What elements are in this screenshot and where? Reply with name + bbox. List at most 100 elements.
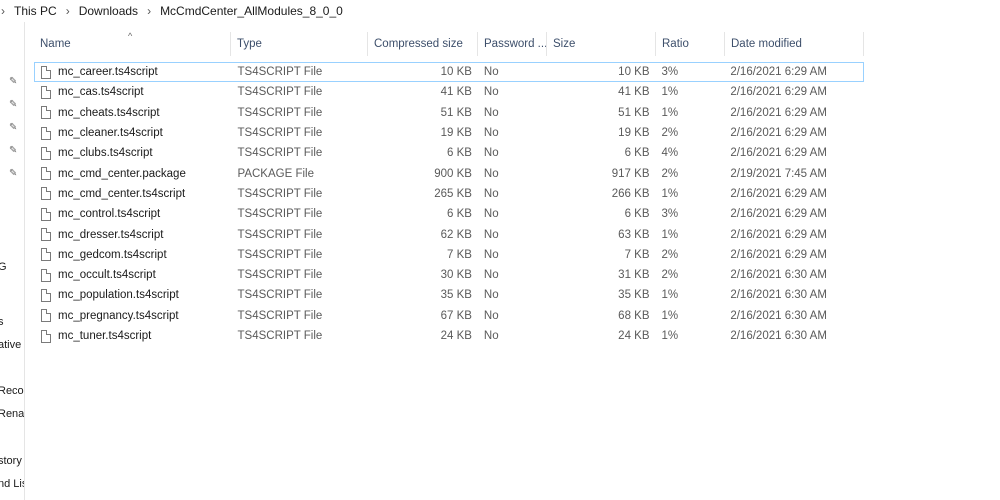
- file-name-cell[interactable]: mc_cmd_center.ts4script: [35, 187, 232, 201]
- file-name-cell[interactable]: mc_control.ts4script: [35, 207, 232, 221]
- file-name-cell[interactable]: mc_dresser.ts4script: [35, 228, 232, 242]
- column-header-type[interactable]: Type: [231, 32, 368, 56]
- pin-icon[interactable]: ✎: [9, 123, 19, 133]
- nav-item-label[interactable]: ative: [0, 339, 21, 351]
- file-compressed-size: 7 KB: [446, 248, 472, 261]
- file-row[interactable]: mc_cheats.ts4script TS4SCRIPT File 51 KB…: [34, 103, 864, 123]
- file-size: 35 KB: [618, 289, 650, 302]
- file-compressed-size: 30 KB: [440, 269, 472, 282]
- breadcrumb-separator-icon[interactable]: ›: [1, 4, 5, 18]
- nav-item-label[interactable]: story: [0, 455, 22, 467]
- column-header-label: Ratio: [662, 38, 689, 50]
- file-row[interactable]: mc_pregnancy.ts4script TS4SCRIPT File 67…: [34, 306, 864, 326]
- file-row[interactable]: mc_control.ts4script TS4SCRIPT File 6 KB…: [34, 204, 864, 224]
- file-date-modified: 2/16/2021 6:29 AM: [730, 208, 827, 221]
- file-row[interactable]: mc_population.ts4script TS4SCRIPT File 3…: [34, 285, 864, 305]
- file-icon: [41, 288, 51, 302]
- breadcrumb-separator-icon[interactable]: ›: [147, 4, 151, 18]
- file-name: mc_cmd_center.ts4script: [58, 187, 186, 200]
- column-header-name[interactable]: Name ^: [34, 32, 231, 56]
- file-ratio: 2%: [661, 167, 679, 180]
- file-password: No: [483, 187, 499, 200]
- file-row[interactable]: mc_cleaner.ts4script TS4SCRIPT File 19 K…: [34, 123, 864, 143]
- file-row[interactable]: mc_cas.ts4script TS4SCRIPT File 41 KB No…: [34, 82, 864, 102]
- file-row[interactable]: mc_cmd_center.ts4script TS4SCRIPT File 2…: [34, 184, 864, 204]
- nav-item-label[interactable]: Renai: [0, 408, 24, 420]
- file-size: 24 KB: [618, 330, 650, 342]
- file-type: TS4SCRIPT File: [237, 208, 323, 221]
- nav-item-label[interactable]: nd Lis: [0, 478, 24, 490]
- file-row[interactable]: mc_occult.ts4script TS4SCRIPT File 30 KB…: [34, 265, 864, 285]
- breadcrumb-current-folder[interactable]: McCmdCenter_AllModules_8_0_0: [160, 4, 343, 18]
- file-size: 19 KB: [618, 127, 650, 140]
- file-icon: [41, 167, 51, 181]
- file-type: TS4SCRIPT File: [237, 228, 323, 241]
- file-row[interactable]: mc_gedcom.ts4script TS4SCRIPT File 7 KB …: [34, 245, 864, 265]
- file-row[interactable]: mc_career.ts4script TS4SCRIPT File 10 KB…: [34, 62, 864, 83]
- file-date-modified: 2/16/2021 6:30 AM: [730, 269, 827, 282]
- file-ratio: 1%: [661, 330, 679, 342]
- column-header-ratio[interactable]: Ratio: [656, 32, 725, 56]
- file-name-cell[interactable]: mc_career.ts4script: [35, 65, 232, 79]
- file-date-modified: 2/16/2021 6:29 AM: [730, 187, 827, 200]
- breadcrumb-this-pc[interactable]: This PC: [14, 4, 57, 18]
- column-header-compressed-size[interactable]: Compressed size: [368, 32, 478, 56]
- file-ratio: 2%: [661, 127, 679, 140]
- file-password: No: [483, 167, 499, 180]
- file-password: No: [483, 289, 499, 302]
- file-type: TS4SCRIPT File: [237, 86, 323, 99]
- pin-icon[interactable]: ✎: [9, 146, 19, 156]
- file-name-cell[interactable]: mc_gedcom.ts4script: [35, 248, 232, 262]
- file-compressed-size: 6 KB: [446, 208, 472, 221]
- file-type: TS4SCRIPT File: [237, 187, 323, 200]
- file-name: mc_clubs.ts4script: [58, 147, 153, 160]
- file-name-cell[interactable]: mc_tuner.ts4script: [35, 329, 232, 343]
- file-row[interactable]: mc_cmd_center.package PACKAGE File 900 K…: [34, 163, 864, 183]
- file-name: mc_career.ts4script: [58, 66, 158, 79]
- pin-icon[interactable]: ✎: [9, 169, 19, 179]
- file-icon: [41, 106, 51, 120]
- file-ratio: 1%: [661, 228, 679, 241]
- file-name-cell[interactable]: mc_cleaner.ts4script: [35, 126, 232, 140]
- file-name-cell[interactable]: mc_population.ts4script: [35, 288, 232, 302]
- file-date-modified: 2/16/2021 6:29 AM: [730, 106, 827, 119]
- nav-item-label[interactable]: Recor: [0, 385, 24, 397]
- file-password: No: [483, 269, 499, 282]
- file-icon: [41, 309, 51, 323]
- column-header-size[interactable]: Size: [547, 32, 656, 56]
- file-compressed-size: 24 KB: [440, 330, 472, 342]
- file-icon: [41, 65, 51, 79]
- file-icon: [41, 85, 51, 99]
- file-compressed-size: 51 KB: [440, 106, 472, 119]
- file-date-modified: 2/16/2021 6:30 AM: [730, 289, 827, 302]
- file-password: No: [483, 208, 499, 221]
- pin-icon[interactable]: ✎: [9, 100, 19, 110]
- file-name-cell[interactable]: mc_cas.ts4script: [35, 85, 232, 99]
- file-size: 31 KB: [618, 269, 650, 282]
- file-icon: [41, 329, 51, 343]
- breadcrumb-downloads[interactable]: Downloads: [79, 4, 138, 18]
- pin-icon[interactable]: ✎: [9, 77, 19, 87]
- file-row[interactable]: mc_tuner.ts4script TS4SCRIPT File 24 KB …: [34, 326, 864, 346]
- file-size: 68 KB: [618, 309, 650, 322]
- file-name-cell[interactable]: mc_cheats.ts4script: [35, 106, 232, 120]
- nav-item-label[interactable]: s: [0, 316, 4, 328]
- breadcrumb-separator-icon[interactable]: ›: [66, 4, 70, 18]
- file-ratio: 2%: [661, 248, 679, 261]
- file-row[interactable]: mc_dresser.ts4script TS4SCRIPT File 62 K…: [34, 224, 864, 244]
- file-password: No: [483, 309, 499, 322]
- column-header-row: Name ^ Type Compressed size Password ...…: [34, 32, 864, 56]
- nav-item-label[interactable]: G: [0, 261, 7, 273]
- navigation-pane[interactable]: ✎ ✎ ✎ ✎ ✎ G s ative Recor Renai story nd…: [0, 22, 25, 500]
- file-name-cell[interactable]: mc_cmd_center.package: [35, 167, 232, 181]
- column-header-password[interactable]: Password ...: [478, 32, 547, 56]
- file-name-cell[interactable]: mc_pregnancy.ts4script: [35, 309, 232, 323]
- file-name-cell[interactable]: mc_occult.ts4script: [35, 268, 232, 282]
- file-date-modified: 2/16/2021 6:30 AM: [730, 309, 827, 322]
- file-row[interactable]: mc_clubs.ts4script TS4SCRIPT File 6 KB N…: [34, 143, 864, 163]
- file-ratio: 3%: [661, 66, 679, 79]
- file-name-cell[interactable]: mc_clubs.ts4script: [35, 146, 232, 160]
- breadcrumb: › This PC › Downloads › McCmdCenter_AllM…: [0, 0, 1000, 22]
- column-header-date-modified[interactable]: Date modified: [725, 32, 864, 56]
- file-name: mc_cmd_center.package: [58, 167, 186, 180]
